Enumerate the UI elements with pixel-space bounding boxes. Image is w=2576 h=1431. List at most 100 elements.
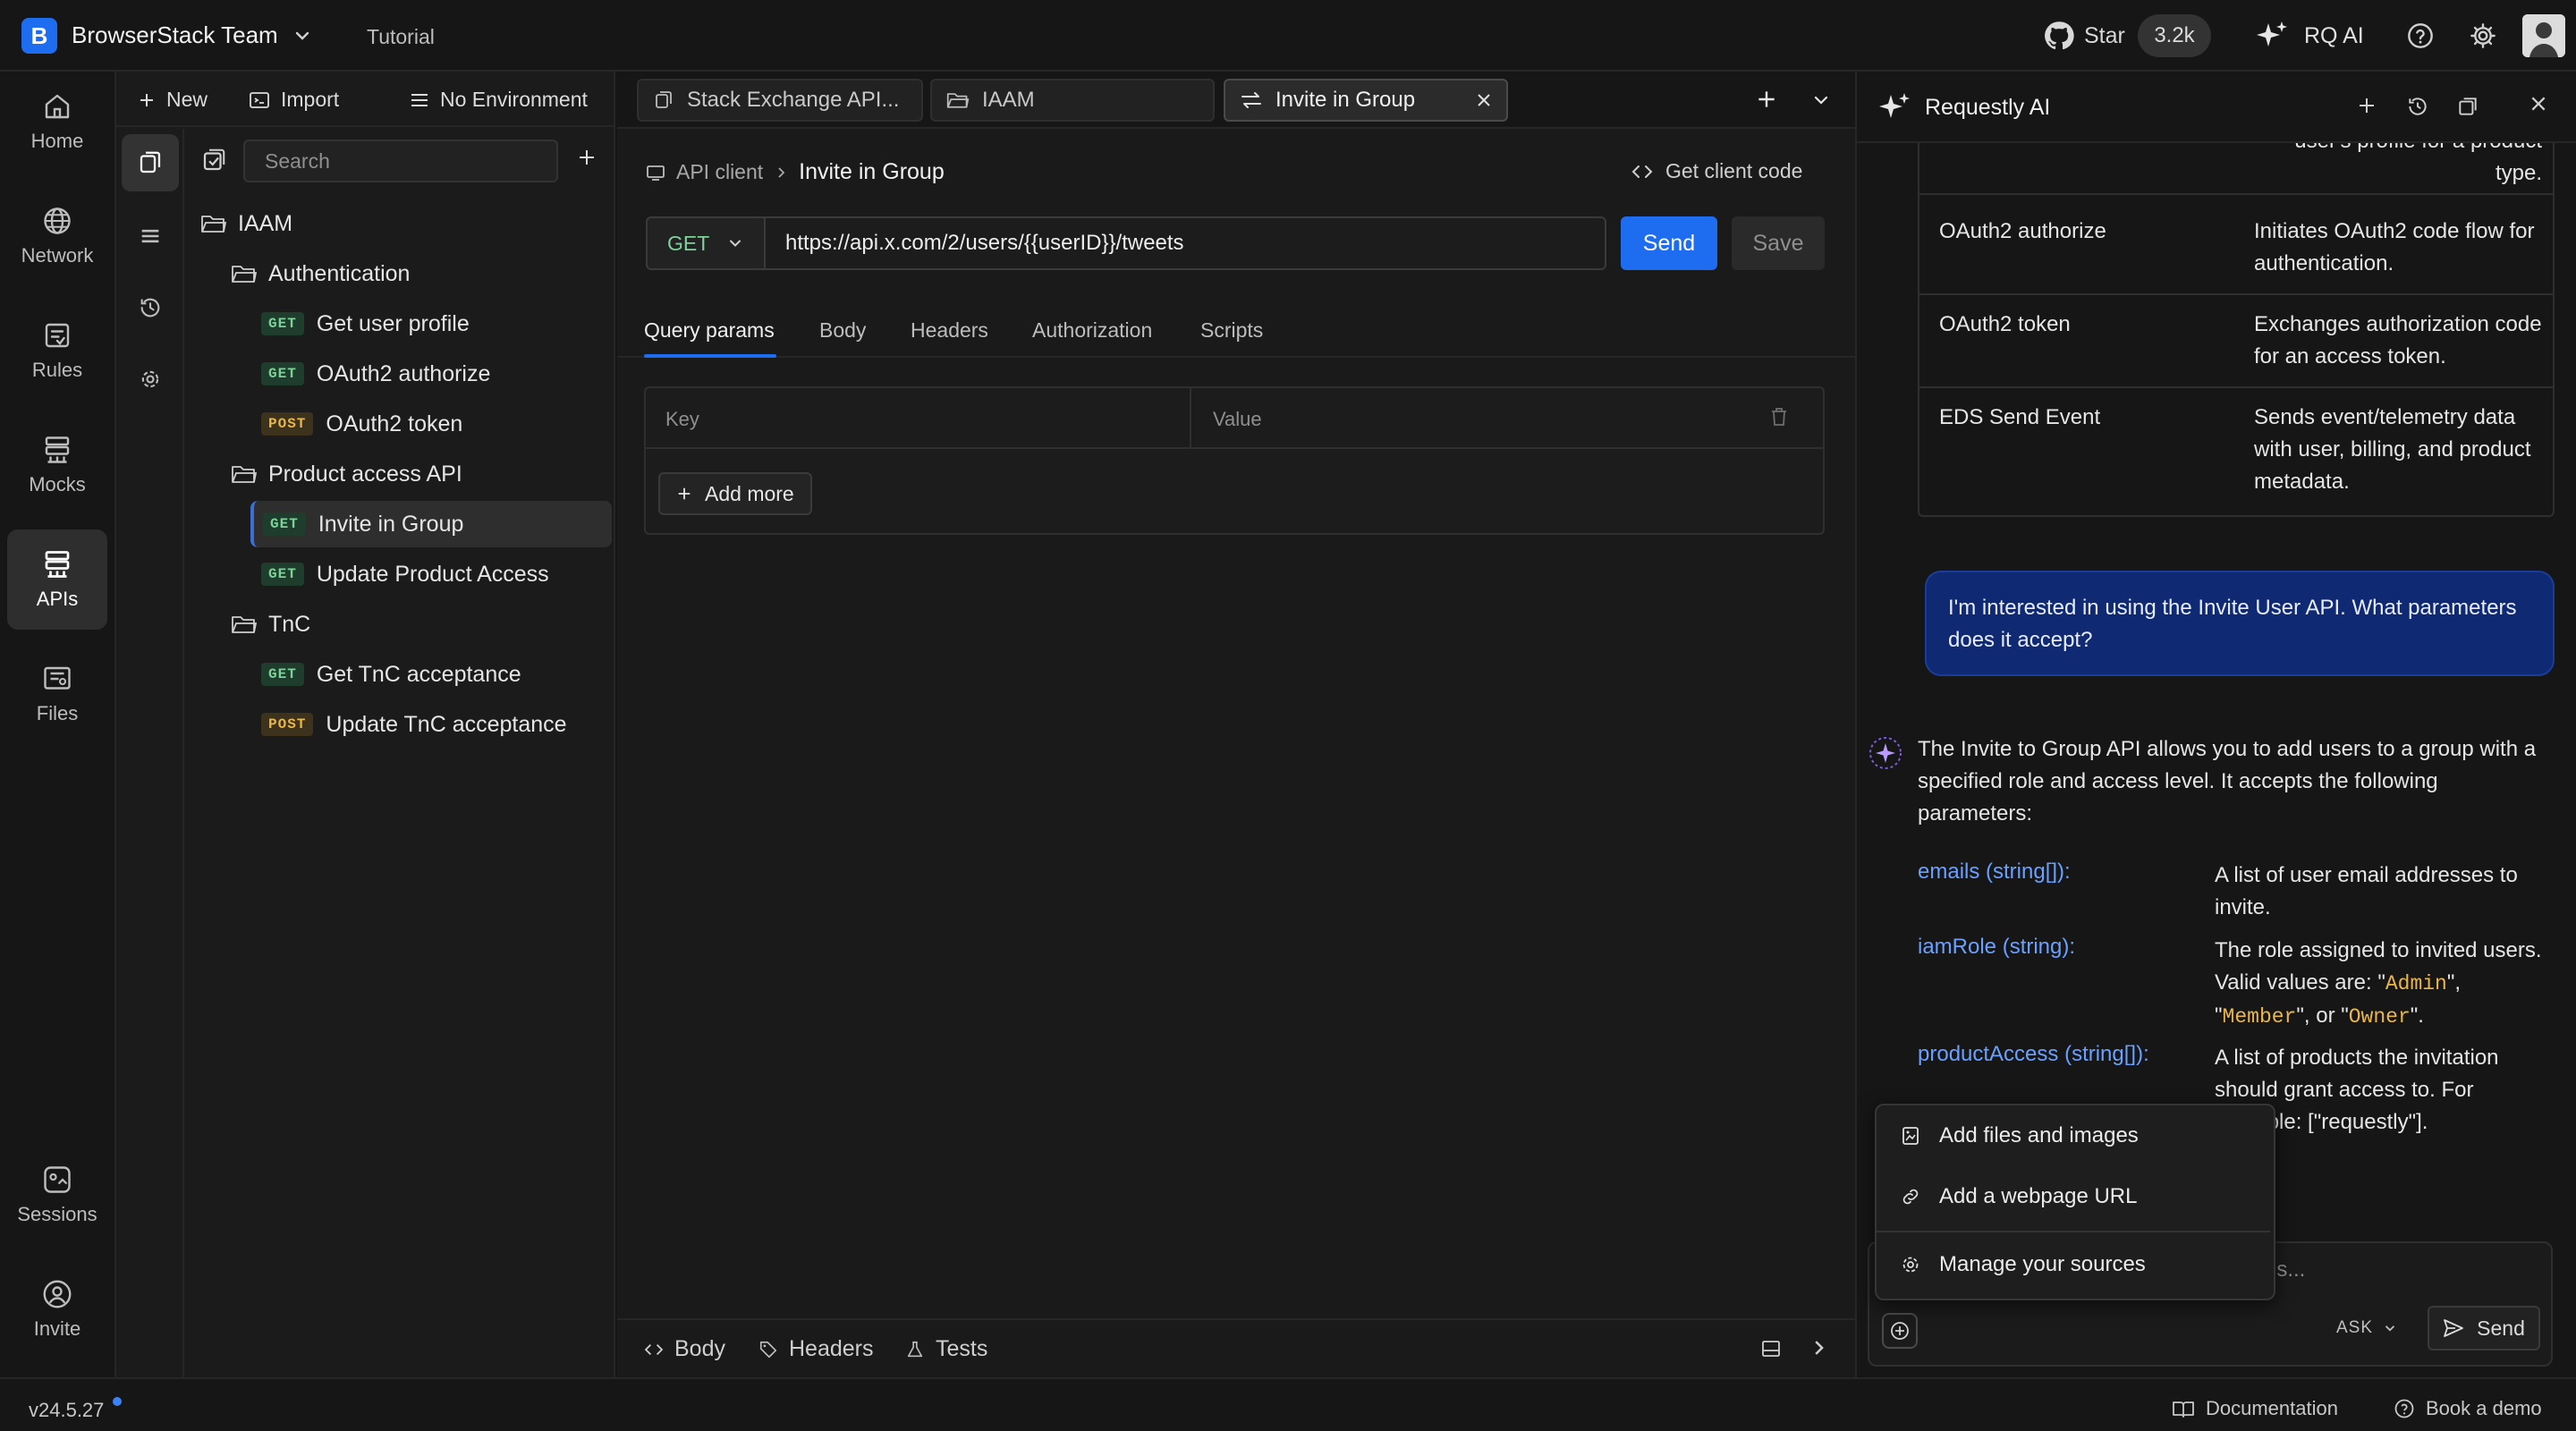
trash-icon[interactable] [1769,406,1789,428]
mode-value: ASK [2336,1318,2374,1337]
get-client-code-button[interactable]: Get client code [1631,159,1802,183]
menu-item-add-files[interactable]: Add files and images [1900,1123,2139,1148]
search-input[interactable] [243,140,558,182]
book-demo-link[interactable]: Book a demo [2394,1397,2542,1420]
chat-send-button[interactable]: Send [2428,1306,2540,1351]
param-description: The role assigned to invited users. Vali… [2215,938,2542,1029]
response-tests-tab[interactable]: Tests [905,1336,987,1362]
method-badge: GET [261,663,304,686]
tree-folder-iaam[interactable]: IAAM [200,200,292,247]
close-icon[interactable] [2529,95,2547,113]
nav-label: Files [36,702,79,724]
request-name: Update Product Access [316,561,549,587]
chevron-right-icon[interactable] [1809,1338,1828,1358]
tree-request[interactable]: POST Update TnC acceptance [261,701,567,748]
response-body-tab[interactable]: Body [644,1336,725,1362]
nav-label: Rules [31,359,83,381]
nav-invite[interactable]: Invite [7,1259,107,1359]
collections-tab[interactable] [122,134,179,191]
panel-layout-icon[interactable] [1760,1338,1782,1359]
folder-open-icon [200,213,227,234]
add-collection-icon[interactable] [576,147,597,168]
import-button[interactable]: Import [249,88,339,112]
send-button[interactable]: Send [1621,216,1717,270]
add-context-button[interactable] [1882,1313,1918,1349]
multi-select-icon[interactable] [200,147,227,174]
environment-selector[interactable]: No Environment [410,88,588,112]
nav-sessions[interactable]: Sessions [7,1145,107,1245]
tab-invite-in-group[interactable]: Invite in Group [1224,79,1508,122]
tree-request[interactable]: GET Get TnC acceptance [261,651,521,698]
folder-icon [946,90,970,110]
star-count-badge[interactable]: 3.2k [2138,14,2211,57]
menu-item-manage-sources[interactable]: Manage your sources [1900,1252,2146,1277]
menu-item-label: Manage your sources [1939,1252,2146,1276]
nav-home[interactable]: Home [7,72,107,172]
rq-ai-button[interactable]: RQ AI [2304,23,2364,49]
key-column-header[interactable]: Key [665,408,699,431]
new-chat-icon[interactable] [2356,95,2377,116]
nav-mocks[interactable]: Mocks [7,415,107,515]
breadcrumb-root[interactable]: API client [676,160,763,184]
team-name[interactable]: BrowserStack Team [72,21,278,49]
tab-stack-exchange[interactable]: Stack Exchange API... [637,79,923,122]
popout-icon[interactable] [2456,95,2479,118]
avatar[interactable] [2522,14,2565,57]
value-column-header[interactable]: Value [1213,408,1262,431]
chevron-down-icon[interactable] [292,25,313,47]
new-button[interactable]: New [138,88,208,112]
add-more-button[interactable]: Add more [658,472,812,515]
tree-folder-authentication[interactable]: Authentication [231,250,410,297]
sparkle-icon[interactable] [2254,20,2290,52]
github-icon[interactable] [2043,20,2075,52]
history-icon[interactable] [2406,95,2429,118]
save-button[interactable]: Save [1732,216,1825,270]
tree-folder-product-access[interactable]: Product access API [231,451,462,497]
new-tab-icon[interactable] [1755,88,1778,111]
nav-network[interactable]: Network [7,186,107,286]
url-input[interactable]: https://api.x.com/2/users/{{userID}}/twe… [764,216,1606,270]
tree-request-selected[interactable]: GET Invite in Group [250,501,612,547]
nav-apis[interactable]: APIs [7,529,107,630]
image-file-icon [1900,1125,1921,1147]
close-icon[interactable] [1476,92,1492,108]
tree-folder-tnc[interactable]: TnC [231,601,310,648]
documentation-link[interactable]: Documentation [2172,1397,2338,1420]
book-demo-label: Book a demo [2426,1397,2542,1419]
param-name: productAccess (string[]): [1918,1042,2149,1066]
method-select[interactable]: GET [646,216,766,270]
tab-headers[interactable]: Headers [911,318,988,343]
gear-icon[interactable] [2469,21,2497,50]
folder-open-icon [231,614,258,635]
nav-rules[interactable]: Rules [7,301,107,401]
menu-item-add-url[interactable]: Add a webpage URL [1900,1184,2137,1209]
code-icon [1631,163,1653,181]
response-headers-tab[interactable]: Headers [758,1336,874,1362]
nav-label: Mocks [29,473,86,495]
tab-query-params[interactable]: Query params [644,318,775,343]
help-icon[interactable] [2406,21,2435,50]
tab-scripts[interactable]: Scripts [1200,318,1263,343]
environment-label: No Environment [440,88,588,111]
star-label[interactable]: Star [2084,23,2125,49]
mode-select[interactable]: ASK [2336,1318,2398,1338]
tree-request[interactable]: GET Get user profile [261,301,470,347]
flask-icon [905,1340,925,1359]
team-logo[interactable]: B [21,18,57,54]
tree-request[interactable]: POST OAuth2 token [261,401,462,447]
tab-iaam[interactable]: IAAM [930,79,1215,122]
import-icon [249,90,270,110]
tutorial-link[interactable]: Tutorial [367,25,435,49]
book-icon [2172,1399,2195,1418]
chevron-down-icon[interactable] [1810,89,1832,111]
nav-files[interactable]: Files [7,644,107,744]
tree-request[interactable]: GET Update Product Access [261,551,549,597]
stack-icon [138,224,163,249]
history-tab[interactable] [122,279,179,336]
tab-body[interactable]: Body [819,318,866,343]
tab-authorization[interactable]: Authorization [1032,318,1152,343]
settings-tab[interactable] [122,351,179,408]
tree-request[interactable]: GET OAuth2 authorize [261,351,490,397]
environments-tab[interactable] [122,207,179,265]
nav-label: APIs [36,588,79,610]
